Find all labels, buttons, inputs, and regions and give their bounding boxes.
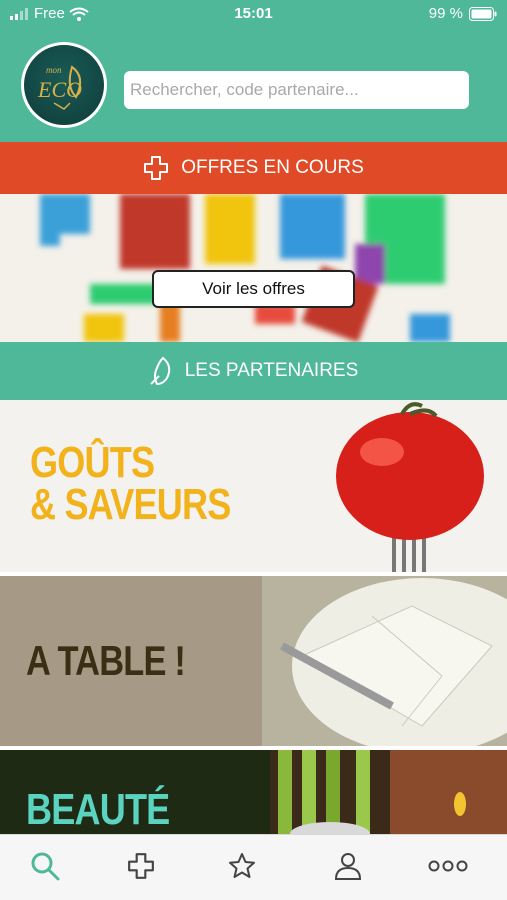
- user-icon: [334, 853, 362, 880]
- cross-outline-icon: [144, 156, 169, 180]
- status-bar: Free 15:01 99 %: [0, 0, 507, 30]
- category-title: A TABLE !: [26, 637, 186, 684]
- logo-graphic: mon ECO: [37, 65, 82, 110]
- category-title: GOÛTS & SAVEURS: [30, 438, 231, 529]
- tab-offers[interactable]: [121, 849, 161, 883]
- offers-banner-image: [40, 194, 450, 342]
- leaf-icon: [150, 356, 170, 386]
- star-icon: [229, 853, 255, 878]
- bamboo-image: [270, 750, 507, 834]
- tab-search[interactable]: [25, 849, 65, 883]
- tab-favorites[interactable]: [222, 849, 262, 883]
- partners-section-bar[interactable]: LES PARTENAIRES: [0, 342, 507, 400]
- category-a-table[interactable]: A TABLE !: [0, 576, 507, 746]
- tab-more[interactable]: [428, 849, 468, 883]
- status-right: 99 %: [429, 5, 497, 22]
- tab-bar: [0, 834, 507, 900]
- more-icon: [428, 860, 468, 872]
- app-logo[interactable]: mon ECO: [21, 42, 107, 128]
- battery-percent: 99 %: [428, 5, 463, 22]
- search-input[interactable]: [124, 71, 469, 109]
- offers-section-bar[interactable]: OFFRES EN COURS: [0, 142, 507, 194]
- svg-text:mon: mon: [46, 65, 62, 75]
- category-title-line1: A TABLE !: [26, 637, 186, 684]
- view-offers-button[interactable]: Voir les offres: [152, 270, 355, 308]
- battery-icon: [469, 6, 497, 21]
- tomato-image: [336, 402, 484, 572]
- offers-banner[interactable]: Voir les offres: [0, 194, 507, 342]
- partners-bar-label: LES PARTENAIRES: [184, 360, 359, 381]
- cross-outline-icon: [128, 853, 154, 879]
- plate-image: [262, 576, 507, 746]
- category-title-line2: & SAVEURS: [30, 480, 231, 529]
- app-header: mon ECO: [0, 30, 507, 142]
- tab-profile[interactable]: [328, 849, 368, 883]
- category-title: BEAUTÉ: [26, 785, 170, 834]
- category-beaute[interactable]: BEAUTÉ: [0, 750, 507, 834]
- category-title-line1: GOÛTS: [30, 438, 155, 487]
- svg-text:ECO: ECO: [37, 77, 82, 102]
- category-gouts-saveurs[interactable]: GOÛTS & SAVEURS: [0, 400, 507, 572]
- offers-bar-label: OFFRES EN COURS: [181, 157, 364, 178]
- category-title-line1: BEAUTÉ: [26, 785, 170, 834]
- search-icon: [31, 852, 60, 881]
